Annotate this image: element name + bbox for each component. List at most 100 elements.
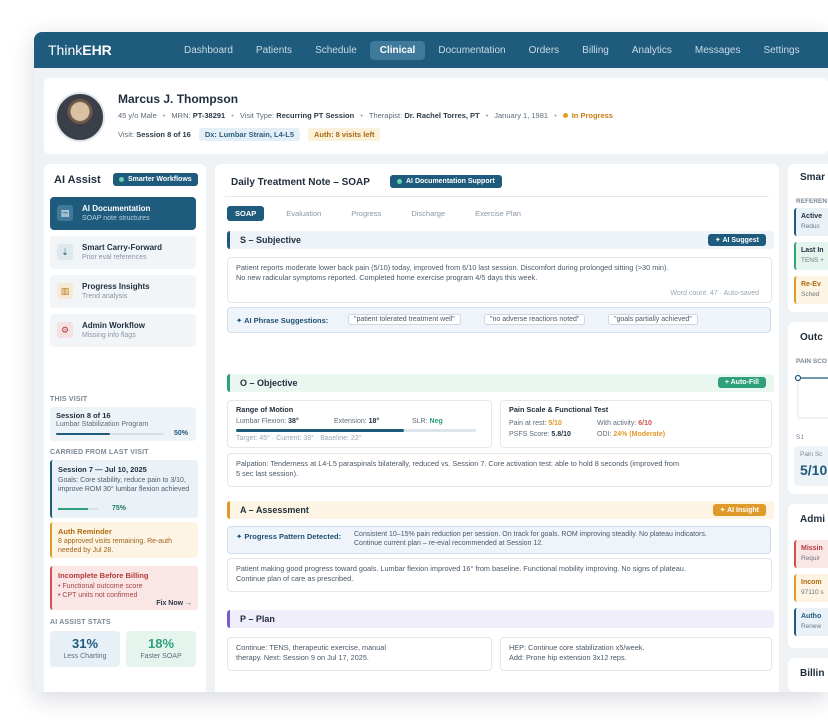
billing-warning-card: Incomplete Before Billing • Functional o… xyxy=(50,566,198,610)
plan-treatment-text: Continue: TENS, therapeutic exercise, ma… xyxy=(236,643,486,663)
menu-subtitle: Trend analysis xyxy=(82,293,128,300)
reference-sub: Sched xyxy=(801,291,820,298)
pain-scale-title: Pain Scale & Functional Test xyxy=(509,405,609,414)
pain-score-value: 5/10 xyxy=(800,462,828,478)
menu-subtitle: Missing info flags xyxy=(82,332,136,339)
reference-item[interactable]: Last In TENS + xyxy=(794,242,828,270)
menu-title: AI Documentation xyxy=(82,204,151,213)
menu-ai-documentation[interactable]: ▤ AI Documentation SOAP note structures xyxy=(50,197,196,230)
visit-info-row: Visit: Session 8 of 16 Dx: Lumbar Strain… xyxy=(118,128,381,141)
stat-label: Less Charting xyxy=(63,653,107,660)
billing-item: • CPT units not confirmed xyxy=(58,592,138,599)
palpation-line: Palpation: Tenderness at L4-L5 paraspina… xyxy=(236,459,680,468)
progress-pattern-text: Consistent 10–15% pain reduction per ses… xyxy=(354,530,707,548)
admin-card: Admi Missin Requir Incom 97110 s Autho R… xyxy=(788,504,828,648)
palpation-text: Palpation: Tenderness at L4-L5 paraspina… xyxy=(236,459,766,479)
right-sidebar: Smar REFEREN Active Reduc Last In TENS +… xyxy=(788,164,828,692)
nav-patients[interactable]: Patients xyxy=(246,41,302,60)
visit-progress-percent: 50% xyxy=(173,430,188,437)
menu-admin-workflow[interactable]: ⚙ Admin Workflow Missing info flags xyxy=(50,314,196,347)
phrase-chip[interactable]: "no adverse reactions noted" xyxy=(484,314,586,325)
think-ehr-logo[interactable]: ThinkEHR xyxy=(48,42,112,58)
carry-text: Goals: Core stability, reduce pain to 3/… xyxy=(58,477,190,493)
visit-label: Visit: xyxy=(118,130,135,139)
phrase-chip[interactable]: "patient tolerated treatment well" xyxy=(348,314,461,325)
assessment-textarea[interactable]: Patient making good progress toward goal… xyxy=(227,558,772,592)
admin-item[interactable]: Missin Requir xyxy=(794,540,828,568)
rom-progress-bar xyxy=(236,429,476,432)
stat-label: Faster SOAP xyxy=(140,653,182,660)
nav-clinical[interactable]: Clinical xyxy=(369,40,426,60)
tab-soap[interactable]: SOAP xyxy=(227,206,265,221)
billing-item: • Functional outcome score xyxy=(58,583,143,590)
menu-progress-insights[interactable]: ▥ Progress Insights Trend analysis xyxy=(50,275,196,308)
plan-line: Add: Prone hip extension 3x12 reps. xyxy=(509,653,627,662)
auto-fill-button[interactable]: + Auto-Fill xyxy=(717,377,766,388)
fix-now-link[interactable]: Fix Now → xyxy=(156,600,192,607)
patient-name: Marcus J. Thompson xyxy=(118,92,239,106)
carry-progress-fill xyxy=(58,508,88,510)
ai-phrase-suggestions: ✦ AI Phrase Suggestions: "patient tolera… xyxy=(227,307,771,333)
phrase-chip[interactable]: "goals partially achieved" xyxy=(608,314,698,325)
diagnosis-chip: Dx: Lumbar Strain, L4-L5 xyxy=(198,128,301,141)
extension: Extension: 18° xyxy=(334,418,380,425)
nav-orders[interactable]: Orders xyxy=(519,41,570,60)
pain-scale-box: Pain Scale & Functional Test Pain at res… xyxy=(500,400,772,448)
stat-value: 31% xyxy=(71,636,99,651)
admin-item-title: Incom xyxy=(801,579,822,586)
subjective-textarea[interactable]: Patient reports moderate lower back pain… xyxy=(227,257,772,303)
plan-treatment-textarea[interactable]: Continue: TENS, therapeutic exercise, ma… xyxy=(227,637,492,671)
menu-title: Smart Carry-Forward xyxy=(82,243,163,252)
nav-documentation[interactable]: Documentation xyxy=(428,41,515,60)
rom-title: Range of Motion xyxy=(236,405,294,414)
mrn-value: PT-38291 xyxy=(192,111,226,120)
assessment-title: A – Assessment xyxy=(240,505,309,515)
ai-assist-title: AI Assist xyxy=(54,174,101,186)
tab-exercise-plan[interactable]: Exercise Plan xyxy=(467,206,529,221)
patient-dob: January 1, 1981 xyxy=(494,111,549,120)
note-tabs: SOAP Evaluation Progress Discharge Exerc… xyxy=(227,206,543,221)
nav-dashboard[interactable]: Dashboard xyxy=(174,41,243,60)
therapist-label: Therapist: xyxy=(368,111,403,120)
ai-suggest-button[interactable]: ✦ AI Suggest xyxy=(707,234,766,246)
nav-messages[interactable]: Messages xyxy=(685,41,751,60)
smart-references-card: Smar REFEREN Active Reduc Last In TENS +… xyxy=(788,164,828,312)
visit-progress-fill xyxy=(56,433,110,435)
top-navigation-bar: ThinkEHR Dashboard Patients Schedule Cli… xyxy=(34,32,828,68)
visit-program: Lumbar Stabilization Program xyxy=(56,421,149,428)
visit-progress-bar xyxy=(56,433,164,435)
admin-item[interactable]: Incom 97110 s xyxy=(794,574,828,602)
carried-forward-card[interactable]: Session 7 — Jul 10, 2025 Goals: Core sta… xyxy=(50,460,198,518)
nav-analytics[interactable]: Analytics xyxy=(622,41,682,60)
billing-card: Billin xyxy=(788,658,828,692)
assessment-line: Patient making good progress toward goal… xyxy=(236,564,686,573)
admin-item-sub: Renew xyxy=(801,623,822,630)
reference-sub: Reduc xyxy=(801,223,820,230)
menu-smart-carry-forward[interactable]: ⇣ Smart Carry-Forward Prior eval referen… xyxy=(50,236,196,269)
nav-settings[interactable]: Settings xyxy=(753,41,809,60)
ai-insight-button[interactable]: ✦ AI Insight xyxy=(712,504,766,516)
tab-evaluation[interactable]: Evaluation xyxy=(278,206,329,221)
reference-item[interactable]: Active Reduc xyxy=(794,208,828,236)
nav-billing[interactable]: Billing xyxy=(572,41,619,60)
reference-item[interactable]: Re-Ev Sched xyxy=(794,276,828,304)
tab-discharge[interactable]: Discharge xyxy=(403,206,453,221)
nav-schedule[interactable]: Schedule xyxy=(305,41,367,60)
auth-reminder-card[interactable]: Auth Reminder 8 approved visits remainin… xyxy=(50,522,198,558)
tab-progress[interactable]: Progress xyxy=(343,206,389,221)
auth-reminder-text: 8 approved visits remaining. Re-auth nee… xyxy=(58,538,173,554)
admin-item[interactable]: Autho Renew xyxy=(794,608,828,636)
plan-hep-textarea[interactable]: HEP: Continue core stabilization x5/week… xyxy=(500,637,772,671)
pattern-line: Consistent 10–15% pain reduction per ses… xyxy=(354,531,707,538)
workflow-icon: ⚙ xyxy=(57,322,73,338)
pain-score-tile: Pain Sc 5/10 xyxy=(794,446,828,486)
objective-title: O – Objective xyxy=(240,378,298,388)
patient-avatar xyxy=(55,92,105,142)
palpation-textarea[interactable]: Palpation: Tenderness at L4-L5 paraspina… xyxy=(227,453,772,487)
billing-warning-list: • Functional outcome score • CPT units n… xyxy=(58,582,143,600)
plan-line: HEP: Continue core stabilization x5/week… xyxy=(509,643,645,652)
references-label: REFEREN xyxy=(796,198,828,205)
chart-tick-label: S1 xyxy=(796,434,804,441)
therapist-value: Dr. Rachel Torres, PT xyxy=(404,111,480,120)
auth-reminder-title: Auth Reminder xyxy=(58,527,112,536)
